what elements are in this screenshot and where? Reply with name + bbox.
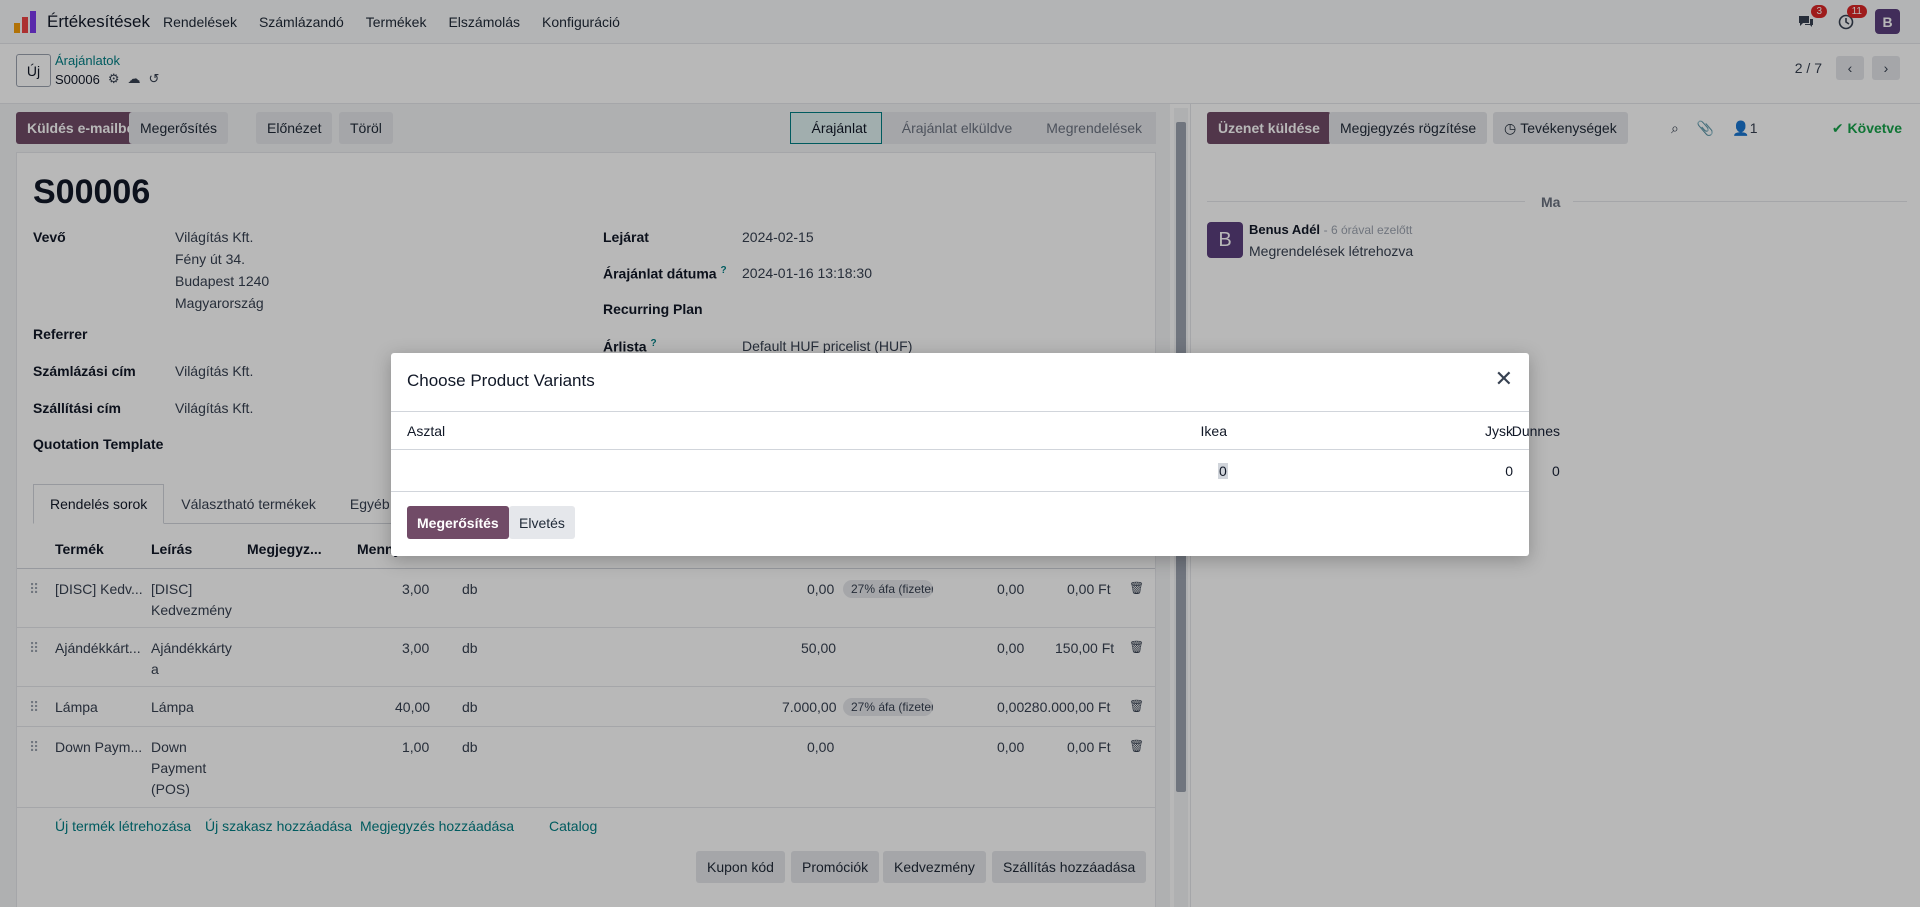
variant-qty-dunnes[interactable]: 0 (1552, 463, 1560, 479)
divider (391, 491, 1529, 492)
product-variants-dialog: Choose Product Variants ✕ Asztal Ikea Du… (391, 353, 1560, 556)
variant-header-jysk: Jysk (1485, 423, 1513, 439)
discard-button[interactable]: Elvetés (509, 506, 575, 539)
close-icon[interactable]: ✕ (1495, 368, 1513, 390)
dialog-title: Choose Product Variants (407, 371, 595, 390)
confirm-button[interactable]: Megerősítés (407, 506, 509, 539)
divider (391, 411, 1529, 412)
variant-qty-jysk[interactable]: 0 (391, 463, 1513, 479)
divider (391, 449, 1529, 450)
